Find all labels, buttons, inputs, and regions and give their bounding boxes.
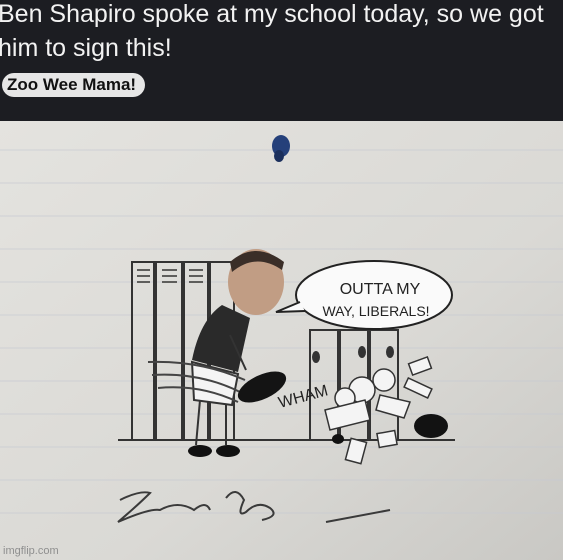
- speech-line-1: OUTTA MY: [340, 281, 421, 298]
- post-title: Ben Shapiro spoke at my school today, so…: [0, 0, 544, 62]
- post-header: Ben Shapiro spoke at my school today, so…: [0, 0, 563, 121]
- post-image[interactable]: OUTTA MY WAY, LIBERALS! WHAM: [0, 121, 563, 560]
- comic-drawing: OUTTA MY WAY, LIBERALS! WHAM: [0, 121, 563, 560]
- speech-line-2: WAY, LIBERALS!: [322, 303, 429, 319]
- flair-badge[interactable]: Zoo Wee Mama!: [2, 73, 146, 97]
- watermark: imgflip.com: [3, 545, 59, 557]
